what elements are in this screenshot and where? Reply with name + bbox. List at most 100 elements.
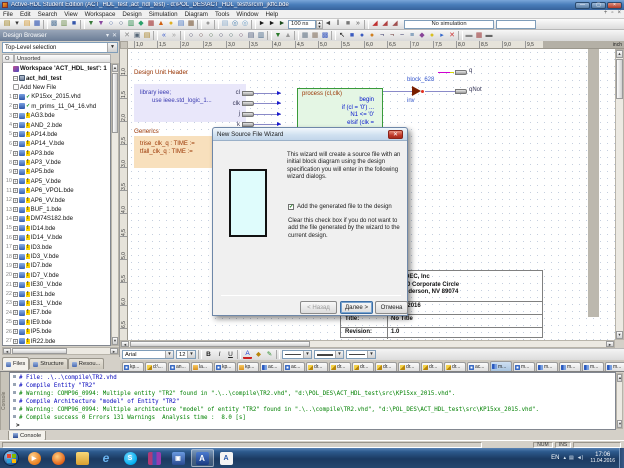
tree-expander-icon[interactable] — [13, 198, 18, 203]
bubble-tool-icon[interactable]: ● — [427, 31, 437, 41]
tree-expander-icon[interactable] — [13, 207, 18, 212]
undo-icon[interactable]: « — [159, 31, 169, 41]
document-tab[interactable]: m... — [513, 362, 535, 371]
window-icon[interactable]: ■ — [69, 19, 79, 29]
run-until-icon[interactable]: ► — [277, 19, 287, 29]
scroll-up-icon[interactable]: ▲ — [617, 374, 622, 382]
tree-item[interactable]: Add New File — [3, 83, 110, 92]
console-prompt[interactable]: > — [16, 422, 615, 430]
document-tab[interactable]: dr... — [306, 362, 328, 371]
tree-expander-icon[interactable] — [13, 94, 18, 99]
document-tab[interactable]: dr... — [352, 362, 374, 371]
scrollbar-thumb[interactable] — [130, 341, 310, 347]
inverter-symbol[interactable] — [412, 86, 421, 96]
chip-icon[interactable]: ▦ — [186, 19, 196, 29]
tree-item[interactable]: 19 ! ID7.bde — [3, 261, 110, 270]
tile-icon[interactable]: ▥ — [59, 19, 69, 29]
tree-expander-icon[interactable] — [13, 310, 18, 315]
document-tab[interactable]: m... — [490, 361, 512, 371]
cancel-button[interactable]: Отмена — [375, 301, 408, 314]
curve-tool-icon[interactable]: ~ — [397, 31, 407, 41]
internet-explorer-icon[interactable]: e — [100, 452, 113, 465]
tree-expander-icon[interactable] — [13, 292, 18, 297]
port-connector-icon[interactable] — [242, 91, 254, 96]
taskbar-clock[interactable]: 17:06 11.04.2016 — [590, 452, 615, 465]
language-indicator[interactable]: EN — [551, 455, 559, 461]
port-tool-icon[interactable]: ● — [367, 31, 377, 41]
tree-expander-icon[interactable] — [13, 245, 18, 250]
taskbar-app-slot[interactable] — [47, 449, 70, 467]
open-icon[interactable]: ▤ — [22, 19, 32, 29]
font-family-combo[interactable]: Arial ▼ — [122, 350, 174, 359]
reload-icon[interactable]: ◎ — [230, 19, 240, 29]
sep[interactable] — [197, 20, 202, 29]
tree-expander-icon[interactable] — [13, 104, 18, 109]
document-tab[interactable]: kp... — [122, 362, 144, 371]
document-tab[interactable]: ac... — [283, 362, 305, 371]
tree-item[interactable]: 1 ✓ KP15xx_2015.vhd — [3, 92, 110, 101]
image-tool-icon[interactable]: ▦ — [474, 31, 484, 41]
panel-close-icon[interactable]: ✕ — [112, 32, 117, 39]
document-tab[interactable]: d:\... — [145, 362, 167, 371]
tree-expander-icon[interactable] — [13, 235, 18, 240]
tree-expander-icon[interactable] — [13, 188, 18, 193]
stop-icon[interactable]: ● — [203, 19, 213, 29]
copy-icon[interactable]: ▣ — [132, 31, 142, 41]
stop-sim-icon[interactable]: ■ — [343, 19, 353, 29]
port-connector-icon[interactable] — [455, 70, 467, 75]
tree-expander-icon[interactable] — [13, 320, 18, 325]
chevron-down-icon[interactable]: ▼ — [165, 351, 173, 358]
probe-tool-icon[interactable]: ▸ — [437, 31, 447, 41]
pan-icon[interactable]: ○ — [196, 31, 206, 41]
print-diagram-icon[interactable]: ▥ — [256, 31, 266, 41]
zoom-out-icon[interactable]: ○ — [206, 31, 216, 41]
select-tool-icon[interactable]: ↖ — [337, 31, 347, 41]
attach-icon[interactable]: ▤ — [220, 19, 230, 29]
tree-expander-icon[interactable] — [13, 329, 18, 334]
run-for-icon[interactable]: ► — [267, 19, 277, 29]
tree-item[interactable]: 15 ! ID14.bde — [3, 224, 110, 233]
paste-icon[interactable]: ▤ — [142, 31, 152, 41]
implementation-icon[interactable]: ◆ — [136, 19, 146, 29]
document-tab[interactable]: dr... — [444, 362, 466, 371]
tips-icon[interactable]: ● — [166, 19, 176, 29]
signal-wire[interactable] — [425, 91, 455, 92]
grid-icon[interactable]: ▦ — [300, 31, 310, 41]
console-side-strip[interactable]: Console — [0, 372, 9, 430]
sim-time-input[interactable]: 100 ns — [288, 20, 316, 29]
tree-item[interactable]: 8 ! AP3_V.bde — [3, 158, 110, 167]
scrollbar-thumb[interactable] — [12, 348, 67, 354]
tree-item[interactable]: 20 ! ID7_V.bde — [3, 271, 110, 280]
column-order[interactable]: O — [2, 54, 14, 63]
tree-item[interactable]: 24 ! IE7.bde — [3, 308, 110, 317]
scrollbar-thumb[interactable] — [616, 59, 623, 99]
panel-pin-icon[interactable]: ▾ — [106, 32, 109, 39]
sidebar-tab[interactable]: Resou... — [68, 358, 105, 369]
text-tool-icon[interactable]: ▬ — [464, 31, 474, 41]
port-connector-icon[interactable] — [242, 101, 254, 106]
symbol-tool-icon[interactable]: ● — [357, 31, 367, 41]
selected-wire[interactable] — [438, 72, 450, 74]
run-icon[interactable]: ► — [257, 19, 267, 29]
tree-expander-icon[interactable] — [13, 123, 18, 128]
port-connector-icon[interactable] — [455, 89, 467, 94]
net-tool-icon[interactable]: ≡ — [407, 31, 417, 41]
tree-item[interactable]: 6 ! AP14_V.bde — [3, 139, 110, 148]
scroll-left-icon[interactable]: ◄ — [121, 341, 129, 347]
document-tab[interactable]: m... — [536, 362, 558, 371]
sep[interactable] — [153, 31, 158, 40]
tree-expander-icon[interactable] — [13, 282, 18, 287]
menu-item[interactable]: Search — [38, 11, 58, 18]
find-icon[interactable]: ○ — [116, 19, 126, 29]
port-connector-icon[interactable] — [242, 112, 254, 117]
cascade-icon[interactable]: ▩ — [49, 19, 59, 29]
menu-item[interactable]: Help — [265, 11, 278, 18]
signal-wire[interactable] — [383, 91, 412, 92]
scroll-right-icon[interactable]: ► — [110, 348, 118, 354]
tree-item[interactable]: 18 ! ID3_V.bde — [3, 252, 110, 261]
show-desktop-button[interactable] — [619, 448, 624, 468]
refresh-icon[interactable]: ◎ — [240, 19, 250, 29]
tree-item[interactable]: 2 ✓ m_prims_11_04_16.vhd — [3, 102, 110, 111]
zoom-fit-icon[interactable]: ○ — [226, 31, 236, 41]
zoom-area-icon[interactable]: ○ — [216, 31, 226, 41]
